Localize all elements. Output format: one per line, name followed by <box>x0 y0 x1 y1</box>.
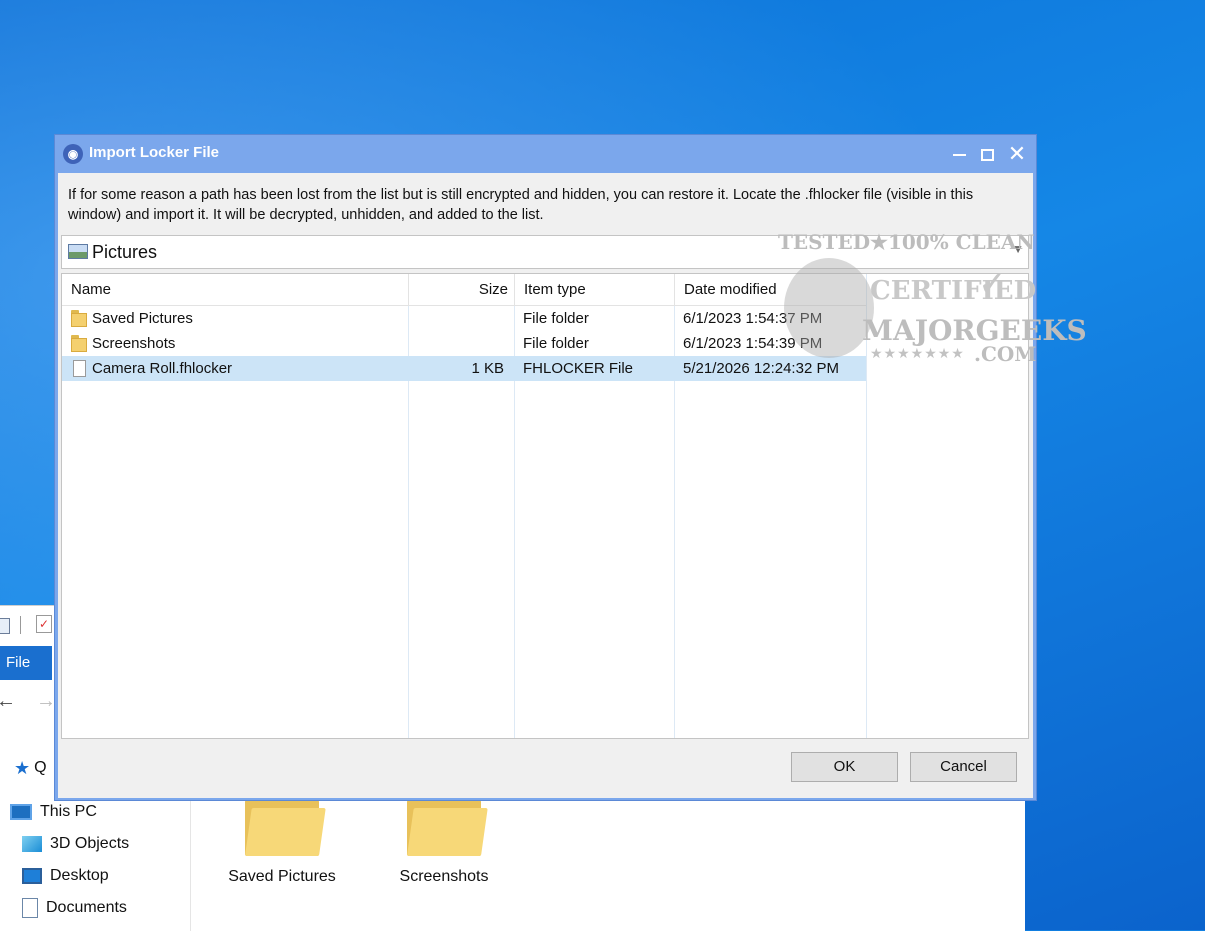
folder-label: Screenshots <box>399 868 489 885</box>
back-arrow-icon[interactable]: ← <box>0 690 16 713</box>
file-type: FHLOCKER File <box>523 360 634 377</box>
folder-icon <box>407 794 488 856</box>
tree-item-desktop[interactable]: Desktop <box>22 864 109 888</box>
dialog-title: Import Locker File <box>89 144 220 161</box>
file-icon <box>73 360 86 377</box>
folder-icon <box>245 794 326 856</box>
file-name: Saved Pictures <box>92 310 193 327</box>
tree-label: Q <box>34 759 47 777</box>
document-icon <box>22 897 38 918</box>
column-header-name[interactable]: Name <box>62 274 408 306</box>
tree-label: 3D Objects <box>50 835 130 852</box>
column-header-size[interactable]: Size <box>408 274 514 306</box>
file-list[interactable]: Name Size Item type Date modified Saved … <box>61 273 1029 739</box>
file-name: Screenshots <box>92 335 176 352</box>
folder-label: Saved Pictures <box>228 868 336 885</box>
tree-item-quick-access[interactable]: ★ Q <box>14 756 47 780</box>
dialog-body: If for some reason a path has been lost … <box>58 173 1033 798</box>
column-header-type[interactable]: Item type <box>514 274 674 306</box>
cancel-button[interactable]: Cancel <box>910 752 1017 782</box>
tree-label: Documents <box>46 899 127 916</box>
toolbar-divider <box>20 616 21 634</box>
cube-icon <box>22 835 42 852</box>
folder-icon <box>71 310 88 327</box>
file-type: File folder <box>523 310 589 327</box>
maximize-icon <box>980 149 994 162</box>
file-date: 6/1/2023 1:54:37 PM <box>683 310 823 327</box>
minimize-icon <box>952 154 966 157</box>
maximize-button[interactable] <box>972 139 1002 169</box>
folder-item-saved-pictures[interactable]: Saved Pictures <box>222 794 342 886</box>
computer-icon <box>10 803 32 820</box>
close-icon: ✕ <box>1007 141 1027 166</box>
chevron-down-icon[interactable]: ▼ <box>1012 242 1024 256</box>
tree-item-3d-objects[interactable]: 3D Objects <box>22 832 129 856</box>
file-row[interactable]: Saved Pictures File folder 6/1/2023 1:54… <box>62 306 866 331</box>
file-name: Camera Roll.fhlocker <box>92 360 233 377</box>
minimize-button[interactable] <box>944 139 974 169</box>
tree-label: This PC <box>40 803 97 820</box>
folder-icon <box>71 335 88 352</box>
pictures-folder-icon <box>68 244 88 259</box>
column-header-date[interactable]: Date modified <box>674 274 866 306</box>
forward-arrow-icon[interactable]: → <box>36 690 56 713</box>
column-divider <box>866 274 867 738</box>
header-divider <box>408 274 409 306</box>
tree-item-documents[interactable]: Documents <box>22 896 127 920</box>
file-type: File folder <box>523 335 589 352</box>
file-date: 5/21/2026 12:24:32 PM <box>683 360 839 377</box>
file-row-selected[interactable]: Camera Roll.fhlocker 1 KB FHLOCKER File … <box>62 356 866 381</box>
header-divider <box>674 274 675 306</box>
location-dropdown[interactable]: Pictures ▼ <box>61 235 1029 269</box>
desktop-icon <box>22 867 42 884</box>
ok-button[interactable]: OK <box>791 752 898 782</box>
dialog-titlebar[interactable]: ◉ Import Locker File ✕ <box>55 135 1036 173</box>
tree-item-this-pc[interactable]: This PC <box>10 800 97 824</box>
checkbox-icon[interactable]: ✓ <box>36 615 52 633</box>
eye-lock-icon: ◉ <box>63 144 83 164</box>
location-value: Pictures <box>92 242 158 262</box>
close-button[interactable]: ✕ <box>1002 139 1032 169</box>
file-date: 6/1/2023 1:54:39 PM <box>683 335 823 352</box>
star-icon: ★ <box>14 758 31 778</box>
folder-item-screenshots[interactable]: Screenshots <box>384 794 504 886</box>
import-locker-dialog: ◉ Import Locker File ✕ If for some reaso… <box>54 134 1037 801</box>
file-size: 1 KB <box>471 360 504 377</box>
tree-label: Desktop <box>50 867 109 884</box>
header-divider <box>514 274 515 306</box>
file-tab[interactable]: File <box>0 646 52 680</box>
description-text: If for some reason a path has been lost … <box>68 187 974 223</box>
file-row[interactable]: Screenshots File folder 6/1/2023 1:54:39… <box>62 331 866 356</box>
properties-icon[interactable] <box>0 618 10 634</box>
